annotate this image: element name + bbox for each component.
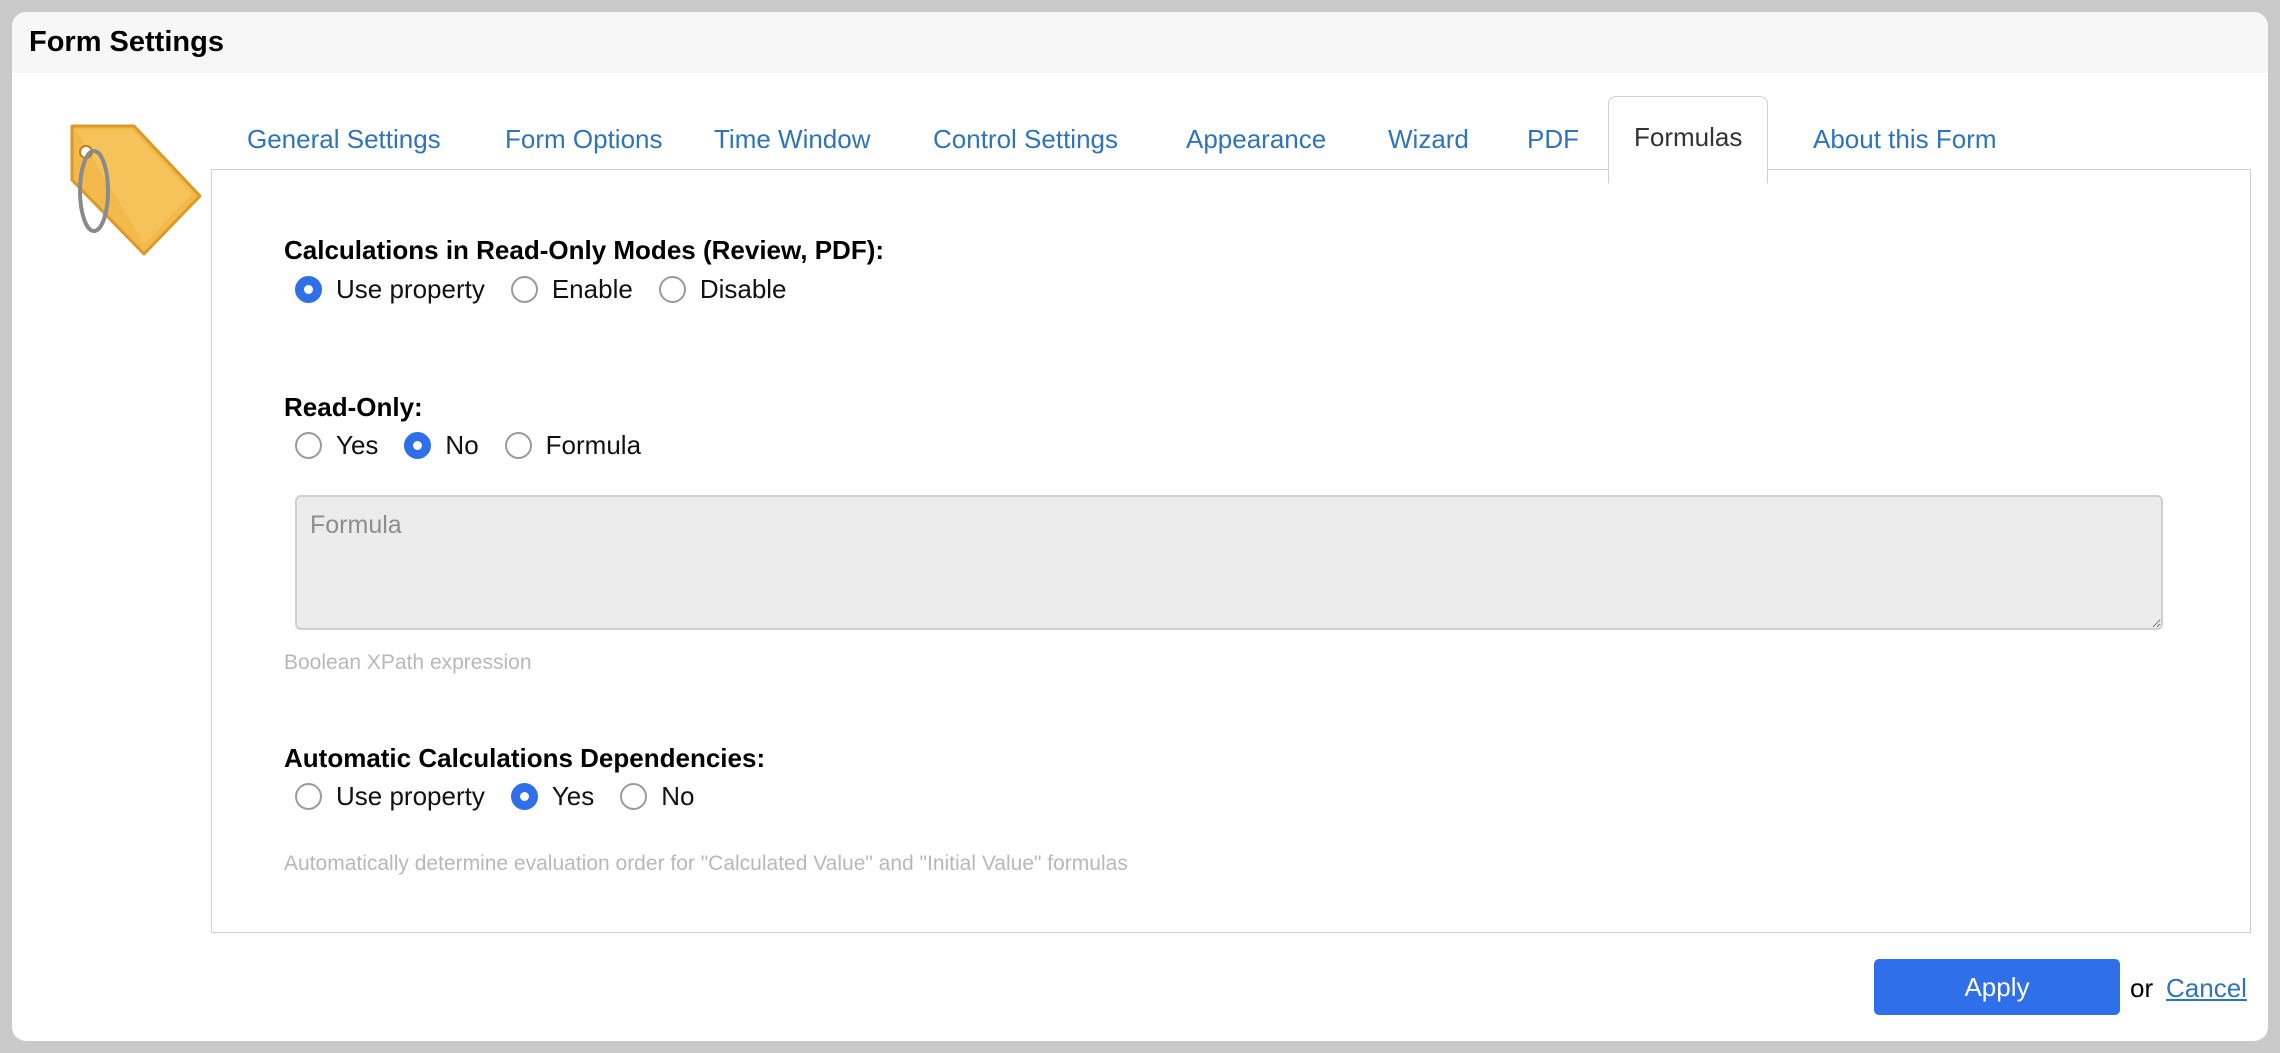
auto-deps-option-no[interactable]: No	[620, 781, 695, 812]
cancel-link[interactable]: Cancel	[2166, 973, 2247, 1004]
tab-time-window[interactable]: Time Window	[714, 104, 871, 174]
radio-unchecked-icon[interactable]	[504, 432, 532, 459]
dialog-titlebar: Form Settings	[12, 12, 2268, 73]
tag-icon	[70, 124, 202, 256]
apply-button[interactable]: Apply	[1874, 959, 2120, 1015]
read-only-hint: Boolean XPath expression	[284, 651, 532, 674]
form-settings-dialog: Form Settings General Settings Form Opti…	[12, 12, 2268, 1041]
calc-readonly-option-enable[interactable]: Enable	[510, 274, 633, 305]
formulas-panel: Calculations in Read-Only Modes (Review,…	[211, 169, 2251, 933]
tab-formulas[interactable]: Formulas	[1608, 96, 1769, 183]
auto-deps-option-use-property[interactable]: Use property	[295, 781, 485, 812]
radio-label: Disable	[699, 274, 787, 304]
calc-readonly-option-disable[interactable]: Disable	[658, 274, 787, 305]
radio-label: No	[661, 781, 695, 811]
read-only-option-yes[interactable]: Yes	[295, 430, 378, 461]
calc-readonly-option-use-property[interactable]: Use property	[295, 274, 485, 305]
radio-unchecked-icon[interactable]	[658, 276, 686, 303]
radio-label: Yes	[551, 781, 595, 811]
tab-wizard[interactable]: Wizard	[1388, 104, 1469, 174]
radio-label: No	[445, 430, 479, 460]
radio-unchecked-icon[interactable]	[620, 783, 648, 810]
radio-unchecked-icon[interactable]	[295, 783, 322, 810]
or-separator: or	[2130, 973, 2154, 1003]
tab-form-options[interactable]: Form Options	[505, 104, 663, 174]
calc-readonly-label: Calculations in Read-Only Modes (Review,…	[284, 235, 885, 265]
dialog-title: Form Settings	[29, 26, 224, 58]
radio-label: Use property	[336, 274, 485, 304]
radio-label: Formula	[545, 430, 642, 460]
tab-appearance[interactable]: Appearance	[1186, 104, 1326, 174]
radio-label: Yes	[336, 430, 379, 460]
radio-checked-icon[interactable]	[295, 276, 322, 303]
auto-deps-hint: Automatically determine evaluation order…	[284, 852, 1128, 875]
read-only-label: Read-Only:	[284, 392, 423, 422]
tab-control-settings[interactable]: Control Settings	[933, 104, 1118, 174]
radio-unchecked-icon[interactable]	[295, 432, 322, 459]
tab-pdf[interactable]: PDF	[1527, 104, 1579, 174]
radio-checked-icon[interactable]	[510, 783, 538, 810]
radio-checked-icon[interactable]	[404, 432, 432, 459]
auto-deps-radio-group: Use property Yes No	[295, 781, 721, 812]
calc-readonly-radio-group: Use property Enable Disable	[295, 274, 813, 305]
radio-unchecked-icon[interactable]	[510, 276, 538, 303]
read-only-radio-group: Yes No Formula	[295, 430, 667, 461]
tab-general-settings[interactable]: General Settings	[247, 104, 441, 174]
read-only-option-no[interactable]: No	[404, 430, 479, 461]
read-only-formula-field[interactable]	[295, 495, 2163, 630]
auto-deps-option-yes[interactable]: Yes	[510, 781, 595, 812]
auto-deps-label: Automatic Calculations Dependencies:	[284, 743, 766, 773]
tab-about-this-form[interactable]: About this Form	[1813, 104, 1997, 174]
radio-label: Enable	[551, 274, 633, 304]
radio-label: Use property	[336, 781, 485, 811]
read-only-option-formula[interactable]: Formula	[504, 430, 642, 461]
